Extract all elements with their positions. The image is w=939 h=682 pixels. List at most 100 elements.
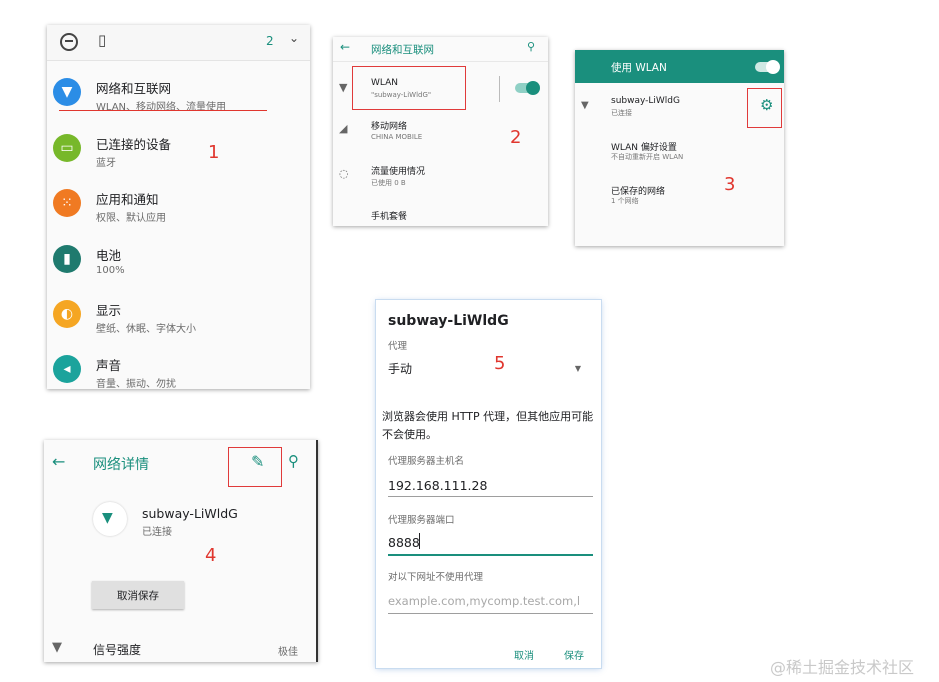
- vibrate-icon[interactable]: ▯: [98, 31, 106, 49]
- wifi-icon: ▼: [581, 100, 589, 111]
- annotation-highlight-box: [747, 88, 782, 128]
- list-item-subtitle: 已使用 0 B: [371, 179, 406, 187]
- port-input[interactable]: 8888: [388, 535, 420, 550]
- proxy-select[interactable]: 手动 ▼: [388, 360, 593, 380]
- network-name: subway-LiWldG: [142, 506, 238, 521]
- list-item-subtitle: CHINA MOBILE: [371, 133, 423, 141]
- save-button[interactable]: 保存: [564, 647, 584, 662]
- quick-settings-bar: ▯ 2 ⌄: [47, 25, 310, 61]
- sound-icon: ◂: [53, 355, 81, 383]
- list-item-title: 移动网络: [371, 122, 408, 132]
- apps-icon: ⁙: [53, 189, 81, 217]
- chevron-down-icon[interactable]: ⌄: [289, 31, 299, 45]
- list-item-subtitle: 不自动重新开启 WLAN: [611, 153, 684, 161]
- settings-item-sound[interactable]: ◂ 声音 音量、振动、勿扰: [47, 349, 310, 389]
- host-input-underline: [388, 496, 593, 497]
- signal-strength-label: 信号强度: [93, 643, 142, 657]
- network-internet-panel: ← 网络和互联网 ⚲ ▼ WLAN "subway-LiWldG" ◢ 移动网络…: [333, 37, 548, 226]
- search-icon[interactable]: ⚲: [527, 40, 535, 53]
- page-title: 网络详情: [93, 457, 149, 473]
- wlan-header-label: 使用 WLAN: [611, 62, 667, 74]
- settings-item-subtitle: 权限、默认应用: [96, 213, 166, 224]
- toggle-knob: [526, 81, 540, 95]
- toggle-knob: [766, 60, 780, 74]
- proxy-selected-value: 手动: [388, 362, 413, 376]
- display-icon: ◐: [53, 300, 81, 328]
- signal-strength-value: 极佳: [278, 647, 298, 658]
- dropdown-arrow-icon: ▼: [574, 364, 581, 373]
- signal-icon: ▼: [52, 640, 62, 655]
- proxy-note: 浏览器会使用 HTTP 代理，但其他应用可能不会使用。: [382, 410, 594, 441]
- host-input[interactable]: 192.168.111.28: [388, 478, 487, 493]
- saved-networks-row[interactable]: 已保存的网络 1 个网络: [575, 178, 784, 218]
- settings-item-subtitle: 壁纸、休眠、字体大小: [96, 324, 196, 335]
- settings-item-network[interactable]: ▼ 网络和互联网 WLAN、移动网络、流量使用: [47, 72, 310, 126]
- bypass-label: 对以下网址不使用代理: [388, 572, 484, 583]
- notification-count: 2: [266, 34, 274, 48]
- bypass-input-underline: [388, 613, 593, 614]
- network-status: 已连接: [611, 109, 632, 117]
- settings-item-apps[interactable]: ⁙ 应用和通知 权限、默认应用: [47, 183, 310, 237]
- step-number: 5: [494, 353, 506, 374]
- data-usage-icon: ◌: [339, 167, 349, 180]
- back-arrow-icon[interactable]: ←: [52, 452, 65, 471]
- devices-icon: ▭: [53, 134, 81, 162]
- text-cursor: [419, 533, 420, 549]
- list-item-data-usage[interactable]: ◌ 流量使用情况 已使用 0 B: [333, 159, 548, 203]
- settings-item-battery[interactable]: ▮ 电池 100%: [47, 239, 310, 293]
- wifi-icon: ▼: [53, 78, 81, 106]
- cancel-button[interactable]: 取消: [514, 647, 534, 662]
- settings-item-title: 应用和通知: [96, 192, 159, 207]
- step-number: 2: [510, 127, 522, 148]
- settings-item-subtitle: 蓝牙: [96, 158, 116, 169]
- wlan-toggle[interactable]: [515, 81, 540, 95]
- settings-main-panel: ▯ 2 ⌄ ▼ 网络和互联网 WLAN、移动网络、流量使用 ▭ 已连接的设备 蓝…: [47, 25, 310, 389]
- settings-item-subtitle: 音量、振动、勿扰: [96, 379, 176, 389]
- back-arrow-icon[interactable]: ←: [340, 40, 350, 54]
- settings-item-title: 显示: [96, 303, 122, 318]
- step-number: 3: [724, 174, 736, 195]
- wlan-preferences-row[interactable]: WLAN 偏好设置 不自动重新开启 WLAN: [575, 134, 784, 174]
- settings-item-title: 网络和互联网: [96, 81, 172, 96]
- step-number: 1: [208, 142, 220, 163]
- port-label: 代理服务器端口: [388, 515, 455, 526]
- signal-icon: ◢: [339, 122, 348, 135]
- list-item-plan[interactable]: 手机套餐: [333, 204, 548, 226]
- annotation-highlight-box: [352, 66, 466, 110]
- page-title: 网络和互联网: [371, 44, 434, 56]
- wlan-panel: 使用 WLAN ▼ subway-LiWldG 已连接 ⚙ WLAN 偏好设置 …: [575, 50, 784, 246]
- settings-item-title: 声音: [96, 358, 122, 373]
- divider: [499, 76, 500, 102]
- settings-item-devices[interactable]: ▭ 已连接的设备 蓝牙: [47, 128, 310, 182]
- forget-network-button[interactable]: 取消保存: [92, 581, 184, 609]
- settings-item-title: 已连接的设备: [96, 137, 172, 152]
- network-status: 已连接: [142, 527, 172, 538]
- wlan-master-toggle[interactable]: [755, 60, 780, 74]
- settings-item-display[interactable]: ◐ 显示 壁纸、休眠、字体大小: [47, 294, 310, 348]
- host-label: 代理服务器主机名: [388, 456, 465, 467]
- network-details-panel: ← 网络详情 ✎ ⚲ ▼ subway-LiWldG 已连接 4 取消保存 ▼ …: [44, 440, 318, 662]
- port-input-underline: [388, 554, 593, 556]
- proxy-label: 代理: [388, 341, 408, 352]
- do-not-disturb-icon[interactable]: [60, 33, 78, 51]
- network-name: subway-LiWldG: [611, 96, 680, 106]
- battery-icon: ▮: [53, 245, 81, 273]
- list-item-title: 手机套餐: [371, 212, 408, 222]
- wifi-icon: ▼: [339, 81, 348, 94]
- annotation-underline: [59, 110, 267, 111]
- bypass-input[interactable]: example.com,mycomp.test.com,l: [388, 594, 593, 608]
- watermark: @稀土掘金技术社区: [770, 658, 915, 677]
- settings-item-subtitle: 100%: [96, 265, 125, 276]
- dnd-bar: [65, 40, 73, 42]
- wlan-header: 使用 WLAN: [575, 50, 784, 83]
- dialog-title: subway-LiWldG: [388, 313, 509, 329]
- annotation-highlight-box: [228, 447, 282, 487]
- list-item-title: 流量使用情况: [371, 167, 426, 177]
- proxy-dialog: subway-LiWldG 代理 手动 ▼ 5 浏览器会使用 HTTP 代理，但…: [376, 300, 601, 668]
- app-bar: ← 网络和互联网 ⚲: [333, 37, 548, 62]
- search-icon[interactable]: ⚲: [288, 452, 299, 470]
- list-item-subtitle: 1 个网络: [611, 197, 639, 205]
- wifi-icon: ▼: [102, 510, 113, 526]
- settings-item-title: 电池: [96, 248, 122, 263]
- step-number: 4: [205, 545, 217, 566]
